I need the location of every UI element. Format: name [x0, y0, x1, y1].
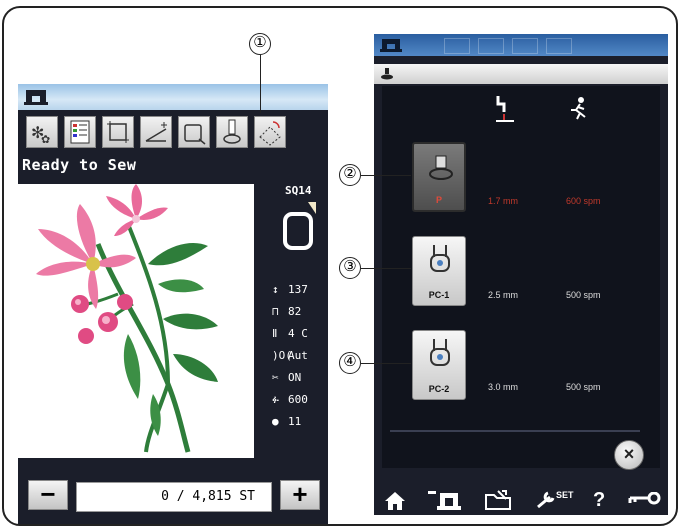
stat-height: ↕ 137: [272, 283, 308, 296]
height-icon: ↕: [272, 283, 279, 296]
foot-pc2-button[interactable]: PC-2: [412, 330, 466, 400]
stat-width: ⊓ 82: [272, 305, 302, 318]
title-bar: [374, 34, 668, 56]
foot-height: 2.5 mm: [488, 290, 519, 300]
svg-text:SET: SET: [556, 490, 574, 500]
machine-icon: [24, 90, 48, 105]
tension-adjust-button[interactable]: [140, 116, 172, 148]
pattern-preview: [18, 176, 260, 466]
hoop-shape-icon: [283, 202, 316, 250]
width-icon: ⊓: [272, 305, 279, 318]
background-tab: [444, 38, 470, 54]
foot-speed: 600 spm: [566, 196, 601, 206]
foot-speed: 500 spm: [566, 382, 601, 392]
color-list-button[interactable]: [64, 116, 96, 148]
stat-speed: ፉ 600: [272, 393, 308, 406]
hoop-select-button[interactable]: [178, 116, 210, 148]
panel-header: [374, 64, 668, 84]
foot-label: P: [435, 195, 442, 205]
speed-runner-icon: [571, 97, 586, 120]
rotate-icon: [259, 121, 281, 146]
file-open-icon[interactable]: [484, 489, 514, 511]
stat-tension: )O(Aut: [272, 349, 308, 362]
callout-2: ②: [339, 164, 361, 186]
trace-button[interactable]: [102, 116, 134, 148]
tension-icon: )O(: [272, 349, 292, 362]
pattern-select-button[interactable]: ✻ ✿: [26, 116, 58, 148]
background-tab: [512, 38, 538, 54]
foot-height-icon: [496, 96, 514, 122]
callout-4: ④: [339, 352, 361, 374]
callout-1: ①: [249, 33, 271, 55]
title-bar: [18, 84, 328, 110]
foot-height: 3.0 mm: [488, 382, 519, 392]
flower-pattern-icon: ✻✿: [31, 125, 50, 146]
color-list-icon: [70, 120, 90, 144]
help-button[interactable]: ?: [593, 488, 605, 512]
plus-button[interactable]: +: [280, 480, 320, 510]
embroidery-screen: ✻ ✿ Ready to Sew SQ14 ↕ 137 ⊓ 82 Ⅱ 4 C)…: [18, 84, 328, 524]
tension-slope-icon: [145, 122, 167, 142]
foot-p-icon: [429, 155, 453, 180]
lock-key-icon[interactable]: [628, 492, 662, 508]
callout-3: ③: [339, 257, 361, 279]
stitch-counter-bar: − 0 / 4,815 ST +: [18, 466, 328, 524]
pattern-canvas: [18, 184, 254, 458]
foot-label: PC-1: [428, 290, 450, 300]
pattern-size-label: SQ14: [285, 184, 312, 197]
stat-time: ● 11: [272, 415, 302, 428]
speed-runner-icon: ፉ: [272, 393, 280, 406]
hoop-icon: [184, 124, 206, 145]
stat-cutter: ✂ ON: [272, 371, 302, 384]
presser-foot-button[interactable]: [216, 116, 248, 148]
foot-p-button[interactable]: P: [412, 142, 466, 212]
foot-speed: 500 spm: [566, 290, 601, 300]
foot-height: 1.7 mm: [488, 196, 519, 206]
scissors-icon: ✂: [272, 371, 279, 384]
foot-list: P 1.7 mm 600 spm PC-1 2.5 mm 500 spm PC-…: [382, 86, 660, 468]
minus-button[interactable]: −: [28, 480, 68, 510]
thread-spool-icon: Ⅱ: [272, 327, 278, 340]
foot-pc1-button[interactable]: PC-1: [412, 236, 466, 306]
bottom-nav: SET ?: [374, 486, 668, 515]
callout-3-leader: [361, 268, 411, 269]
foot-pc2-icon: [430, 339, 450, 366]
trace-icon: [107, 121, 129, 143]
background-tab: [546, 38, 572, 54]
flower-embroidery-image: [36, 184, 218, 453]
callout-2-leader: [361, 175, 411, 176]
presser-foot-small-icon: [381, 68, 393, 80]
stat-colors: Ⅱ4 C: [272, 327, 308, 340]
pattern-info-panel: SQ14 ↕ 137 ⊓ 82 Ⅱ4 C )O(Aut ✂ ON ፉ 600 ● 11: [260, 176, 328, 466]
home-icon[interactable]: [384, 491, 406, 511]
divider: [390, 430, 640, 432]
machine-mode-icon[interactable]: [428, 489, 462, 511]
presser-foot-icon: [223, 119, 241, 144]
foot-pc1-icon: [430, 245, 450, 272]
settings-wrench-icon[interactable]: SET: [536, 489, 576, 511]
background-tab: [478, 38, 504, 54]
stitch-counter: 0 / 4,815 ST: [76, 482, 272, 512]
status-bar: Ready to Sew: [18, 154, 328, 176]
clock-icon: ●: [272, 415, 279, 428]
machine-icon: [380, 39, 402, 52]
foot-label: PC-2: [428, 384, 450, 394]
close-button[interactable]: ×: [614, 440, 644, 470]
svg-text:✿: ✿: [41, 134, 50, 146]
presser-foot-screen: P 1.7 mm 600 spm PC-1 2.5 mm 500 spm PC-…: [374, 34, 668, 515]
rotate-pattern-button[interactable]: [254, 116, 286, 148]
callout-4-leader: [361, 363, 411, 364]
callout-1-leader: [260, 55, 261, 113]
status-title: Ready to Sew: [22, 156, 137, 174]
toolbar: ✻ ✿: [18, 110, 328, 154]
